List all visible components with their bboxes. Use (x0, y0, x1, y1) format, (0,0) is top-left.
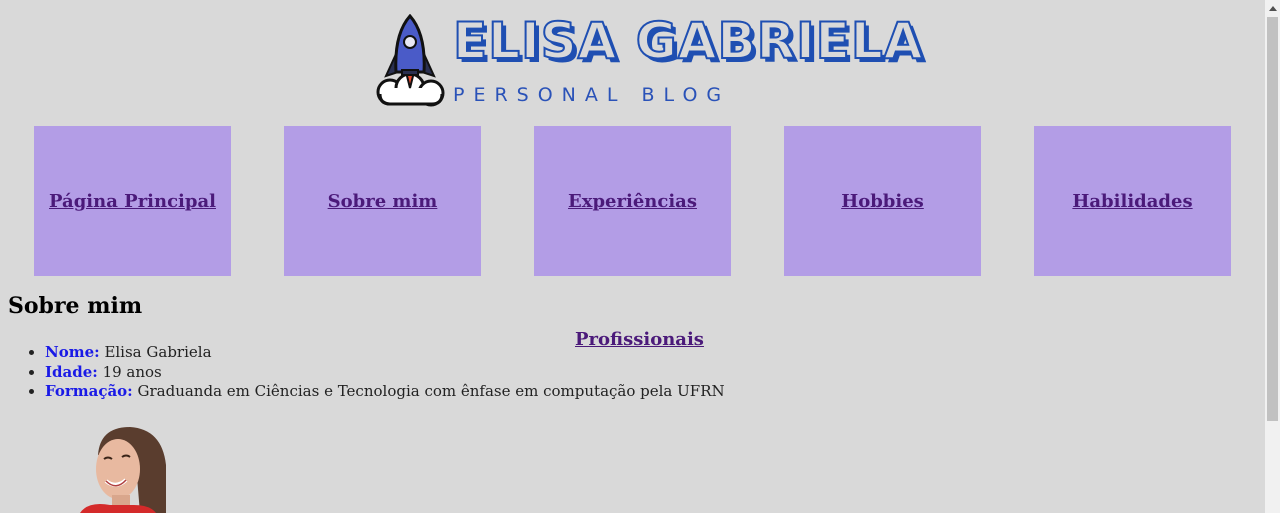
nav-link-sobre-mim[interactable]: Sobre mim (328, 191, 438, 212)
section-title: Sobre mim (8, 293, 143, 319)
nav-item-habilidades: Habilidades (1034, 126, 1231, 276)
about-info-list: Nome: Elisa Gabriela Idade: 19 anos Form… (25, 343, 725, 402)
site-subtitle: PERSONAL BLOG (453, 84, 731, 106)
nav-link-habilidades[interactable]: Habilidades (1072, 191, 1192, 212)
field-label: Idade: (45, 362, 98, 381)
nav-link-pagina-principal[interactable]: Página Principal (49, 191, 216, 212)
nav-item-sobre-mim: Sobre mim (284, 126, 481, 276)
field-label: Nome: (45, 343, 100, 361)
nav-link-experiencias[interactable]: Experiências (568, 191, 697, 212)
list-item: Idade: 19 anos (45, 363, 725, 383)
nav-item-pagina-principal: Página Principal (34, 126, 231, 276)
list-item: Formação: Graduanda em Ciências e Tecnol… (45, 382, 725, 402)
field-value: 19 anos (97, 362, 162, 381)
list-item: Nome: Elisa Gabriela (45, 343, 725, 363)
site-header: ELISA GABRIELA PERSONAL BLOG (376, 11, 923, 112)
vertical-scrollbar[interactable] (1265, 0, 1280, 513)
field-value: Elisa Gabriela (99, 343, 212, 361)
rocket-icon (376, 14, 445, 107)
nav-item-experiencias: Experiências (534, 126, 731, 276)
page: ELISA GABRIELA PERSONAL BLOG Página Prin… (0, 0, 1265, 513)
field-value: Graduanda em Ciências e Tecnologia com ê… (132, 382, 725, 400)
site-title: ELISA GABRIELA (452, 11, 924, 71)
nav-item-hobbies: Hobbies (784, 126, 981, 276)
scroll-thumb[interactable] (1267, 17, 1278, 421)
field-label: Formação: (45, 382, 133, 400)
profile-photo (80, 427, 166, 513)
nav-link-hobbies[interactable]: Hobbies (841, 191, 924, 212)
scroll-up-arrow-icon[interactable] (1265, 0, 1280, 15)
